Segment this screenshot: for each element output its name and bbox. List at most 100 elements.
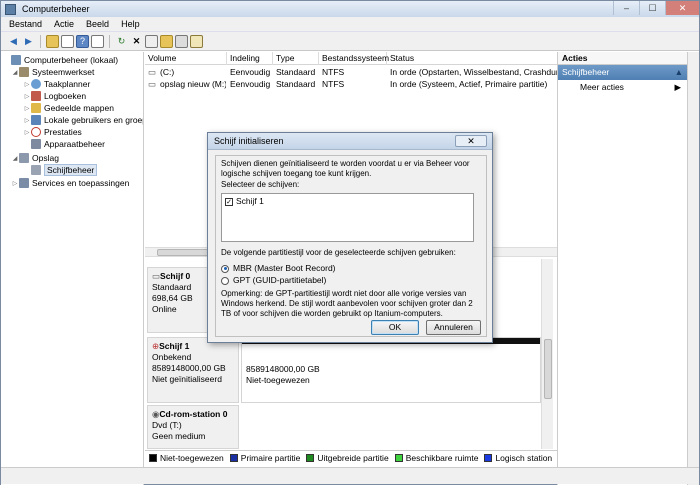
wizard-icon[interactable]: [190, 34, 203, 48]
disk-size: 8589148000,00 GB: [152, 363, 226, 373]
clock-icon: [31, 79, 41, 89]
collapse-arrow-icon[interactable]: ▲: [675, 65, 683, 80]
disk-item-label: Schijf 1: [236, 196, 264, 206]
disk-name: Cd-rom-station 0: [159, 409, 228, 419]
delete-x-icon[interactable]: ✕: [130, 35, 143, 48]
legend-item: Uitgebreide partitie: [306, 453, 389, 463]
forward-arrow-icon[interactable]: ▶: [22, 35, 35, 48]
open-folder-icon[interactable]: [160, 34, 173, 48]
legend-swatch: [484, 453, 493, 462]
partition-status: Niet-toegewezen: [246, 375, 310, 385]
tree-label: Services en toepassingen: [32, 178, 130, 188]
cell-type: Standaard: [276, 79, 316, 89]
close-button[interactable]: ✕: [665, 1, 699, 15]
gpt-note: Opmerking: de GPT-partitiestijl wordt ni…: [221, 289, 473, 318]
legend: Niet-toegewezen Primaire partitie Uitgeb…: [145, 450, 557, 464]
tree-node-taakplanner[interactable]: ▷ Taakplanner: [23, 78, 90, 90]
dialog-body: Schijven dienen geïnitialiseerd te worde…: [215, 155, 487, 337]
disk-select-list[interactable]: ✓ Schijf 1: [221, 193, 474, 242]
menu-help[interactable]: Help: [115, 19, 146, 29]
disk-checkbox[interactable]: ✓: [225, 197, 233, 206]
tree-toggle-icon[interactable]: ▷: [23, 105, 31, 112]
tree-node-services[interactable]: ▷ Services en toepassingen: [11, 177, 129, 189]
gpt-option[interactable]: GPT (GUID-partitietabel): [221, 275, 326, 285]
up-folder-icon[interactable]: [46, 34, 59, 48]
cell-bestandssysteem: NTFS: [322, 79, 345, 89]
console-view-icon[interactable]: [91, 34, 104, 48]
window-title: Computerbeheer: [22, 4, 90, 14]
partition-size: 8589148000,00 GB: [246, 364, 320, 374]
disk-list-item[interactable]: ✓ Schijf 1: [222, 194, 473, 208]
refresh-icon[interactable]: ↻: [115, 35, 128, 48]
legend-item: Niet-toegewezen: [149, 453, 224, 463]
tree-node-lokale-gebruikers[interactable]: ▷ Lokale gebruikers en groepen: [23, 114, 143, 126]
mbr-radio[interactable]: [221, 264, 229, 273]
tree-node-gedeelde-mappen[interactable]: ▷ Gedeelde mappen: [23, 102, 114, 114]
volume-icon: ▭: [148, 67, 157, 77]
help-icon[interactable]: ?: [76, 34, 89, 48]
actions-section-schijfbeheer[interactable]: Schijfbeheer ▲: [558, 65, 687, 80]
tree-node-schijfbeheer[interactable]: Schijfbeheer: [23, 164, 98, 176]
tree-toggle-icon[interactable]: ▷: [23, 93, 31, 100]
back-arrow-icon[interactable]: ◀: [7, 35, 20, 48]
ok-button[interactable]: OK: [371, 320, 419, 335]
tree-toggle-icon[interactable]: ▷: [23, 129, 31, 136]
tree-node-apparaatbeheer[interactable]: Apparaatbeheer: [23, 138, 105, 150]
menu-bestand[interactable]: Bestand: [3, 19, 48, 29]
disk-icon: [31, 165, 41, 175]
app-icon: [5, 3, 16, 15]
vertical-scrollbar[interactable]: [541, 259, 553, 449]
column-header-indeling[interactable]: Indeling: [227, 52, 273, 65]
window-controls: – ☐ ✕: [613, 1, 699, 15]
title-bar[interactable]: Computerbeheer – ☐ ✕: [1, 1, 699, 17]
legend-item: Beschikbare ruimte: [394, 453, 478, 463]
tree-toggle-icon[interactable]: ▷: [23, 117, 31, 124]
mbr-option[interactable]: MBR (Master Boot Record): [221, 263, 336, 273]
tree-node-computerbeheer[interactable]: Computerbeheer (lokaal): [3, 54, 118, 66]
tree-toggle-icon[interactable]: ◢: [11, 155, 19, 162]
maximize-button[interactable]: ☐: [639, 1, 665, 15]
show-tree-icon[interactable]: [61, 34, 74, 48]
tree-label: Gedeelde mappen: [44, 103, 114, 113]
tree-toggle-icon[interactable]: ◢: [11, 69, 19, 76]
disk-type: Dvd (T:): [152, 420, 182, 430]
tree-node-systeemwerkset[interactable]: ◢ Systeemwerkset: [11, 66, 94, 78]
dialog-close-button[interactable]: ✕: [455, 135, 487, 147]
cancel-button[interactable]: Annuleren: [426, 320, 481, 335]
tree-toggle-icon[interactable]: ▷: [23, 81, 31, 88]
cell-indeling: Eenvoudig: [230, 79, 271, 89]
legend-swatch: [149, 453, 157, 462]
disk-tool-icon[interactable]: [175, 34, 188, 48]
tree-node-prestaties[interactable]: ▷ Prestaties: [23, 126, 82, 138]
disk-status: Niet geïnitialiseerd: [152, 374, 222, 384]
tree-label: Computerbeheer (lokaal): [24, 55, 119, 65]
tree-toggle-icon[interactable]: ▷: [11, 180, 19, 187]
gpt-radio[interactable]: [221, 276, 229, 285]
column-header-status[interactable]: Status: [387, 52, 557, 65]
cell-status: In orde (Opstarten, Wisselbestand, Crash…: [390, 67, 557, 77]
menu-beeld[interactable]: Beeld: [80, 19, 115, 29]
volume-list-header: Volume Indeling Type Bestandssysteem Sta…: [145, 52, 557, 65]
column-header-volume[interactable]: Volume: [145, 52, 227, 65]
cdrom-label[interactable]: ◉Cd-rom-station 0 Dvd (T:) Geen medium: [147, 405, 239, 449]
minimize-button[interactable]: –: [613, 1, 639, 15]
tree-label: Logboeken: [44, 91, 87, 101]
tree-node-opslag[interactable]: ◢ Opslag: [11, 152, 59, 164]
scrollbar-thumb[interactable]: [544, 339, 552, 399]
column-header-bestandssysteem[interactable]: Bestandssysteem: [319, 52, 389, 65]
menu-actie[interactable]: Actie: [48, 19, 80, 29]
tree-node-logboeken[interactable]: ▷ Logboeken: [23, 90, 86, 102]
services-icon: [19, 178, 29, 188]
disk-type: Onbekend: [152, 352, 192, 362]
disk-1-label[interactable]: ⊕Schijf 1 Onbekend 8589148000,00 GB Niet…: [147, 337, 239, 403]
properties-icon[interactable]: [145, 34, 158, 48]
tree-label: Prestaties: [44, 127, 82, 137]
column-header-type[interactable]: Type: [273, 52, 319, 65]
more-actions-item[interactable]: Meer acties ▶: [558, 80, 687, 94]
actions-scrollbar[interactable]: [687, 52, 699, 485]
disk-status: Geen medium: [152, 431, 206, 441]
menu-bar: Bestand Actie Beeld Help: [1, 17, 699, 32]
disk-1-partition[interactable]: 8589148000,00 GB Niet-toegewezen: [241, 337, 541, 403]
navigation-tree: Computerbeheer (lokaal) ◢ Systeemwerkset…: [1, 52, 144, 485]
legend-label: Primaire partitie: [240, 452, 301, 463]
